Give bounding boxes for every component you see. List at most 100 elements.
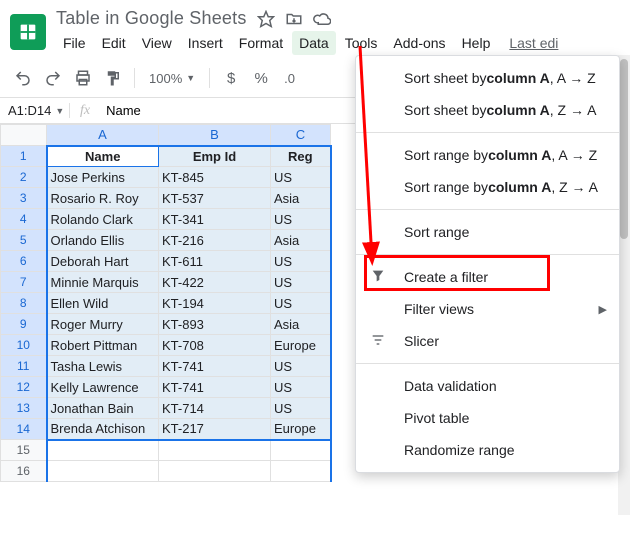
paint-format-icon[interactable] bbox=[100, 65, 126, 91]
cell-A7[interactable]: Minnie Marquis bbox=[47, 272, 159, 293]
column-header-A[interactable]: A bbox=[47, 125, 159, 146]
cell-A5[interactable]: Orlando Ellis bbox=[47, 230, 159, 251]
cell-B11[interactable]: KT-741 bbox=[159, 356, 271, 377]
menu-insert[interactable]: Insert bbox=[181, 31, 230, 55]
cell-C1[interactable]: Reg bbox=[271, 146, 331, 167]
decimal-button[interactable]: .0 bbox=[278, 71, 301, 86]
cell-B10[interactable]: KT-708 bbox=[159, 335, 271, 356]
cloud-status-icon[interactable] bbox=[313, 10, 331, 28]
menu-help[interactable]: Help bbox=[455, 31, 498, 55]
zoom-select[interactable]: 100%▼ bbox=[143, 71, 201, 86]
row-header-11[interactable]: 11 bbox=[1, 356, 47, 377]
cell-A2[interactable]: Jose Perkins bbox=[47, 167, 159, 188]
row-header-1[interactable]: 1 bbox=[1, 146, 47, 167]
cell-C16[interactable] bbox=[271, 461, 331, 482]
move-folder-icon[interactable] bbox=[285, 10, 303, 28]
star-icon[interactable] bbox=[257, 10, 275, 28]
cell-C9[interactable]: Asia bbox=[271, 314, 331, 335]
cell-B7[interactable]: KT-422 bbox=[159, 272, 271, 293]
cell-A8[interactable]: Ellen Wild bbox=[47, 293, 159, 314]
cell-A12[interactable]: Kelly Lawrence bbox=[47, 377, 159, 398]
cell-A9[interactable]: Roger Murry bbox=[47, 314, 159, 335]
row-header-15[interactable]: 15 bbox=[1, 440, 47, 461]
cell-B15[interactable] bbox=[159, 440, 271, 461]
cell-C8[interactable]: US bbox=[271, 293, 331, 314]
print-icon[interactable] bbox=[70, 65, 96, 91]
menu-edit[interactable]: Edit bbox=[95, 31, 133, 55]
cell-C15[interactable] bbox=[271, 440, 331, 461]
cell-C10[interactable]: Europe bbox=[271, 335, 331, 356]
cell-C14[interactable]: Europe bbox=[271, 419, 331, 440]
row-header-5[interactable]: 5 bbox=[1, 230, 47, 251]
currency-button[interactable]: $ bbox=[218, 65, 244, 91]
cell-A15[interactable] bbox=[47, 440, 159, 461]
menu-sort-range-za[interactable]: Sort range by column A, Z → A bbox=[356, 171, 619, 203]
cell-C11[interactable]: US bbox=[271, 356, 331, 377]
cell-B14[interactable]: KT-217 bbox=[159, 419, 271, 440]
cell-B16[interactable] bbox=[159, 461, 271, 482]
menu-pivot-table[interactable]: Pivot table bbox=[356, 402, 619, 434]
cell-A11[interactable]: Tasha Lewis bbox=[47, 356, 159, 377]
row-header-3[interactable]: 3 bbox=[1, 188, 47, 209]
cell-C7[interactable]: US bbox=[271, 272, 331, 293]
cell-A13[interactable]: Jonathan Bain bbox=[47, 398, 159, 419]
row-header-12[interactable]: 12 bbox=[1, 377, 47, 398]
cell-C12[interactable]: US bbox=[271, 377, 331, 398]
menu-sort-sheet-za[interactable]: Sort sheet by column A, Z → A bbox=[356, 94, 619, 126]
row-header-14[interactable]: 14 bbox=[1, 419, 47, 440]
document-title[interactable]: Table in Google Sheets bbox=[56, 8, 247, 29]
menu-file[interactable]: File bbox=[56, 31, 93, 55]
cell-A1[interactable]: Name bbox=[47, 146, 159, 167]
menu-randomize-range[interactable]: Randomize range bbox=[356, 434, 619, 466]
row-header-8[interactable]: 8 bbox=[1, 293, 47, 314]
column-header-C[interactable]: C bbox=[271, 125, 331, 146]
row-header-2[interactable]: 2 bbox=[1, 167, 47, 188]
cell-C5[interactable]: Asia bbox=[271, 230, 331, 251]
cell-B5[interactable]: KT-216 bbox=[159, 230, 271, 251]
row-header-16[interactable]: 16 bbox=[1, 461, 47, 482]
sheets-logo-icon[interactable] bbox=[10, 14, 46, 50]
cell-C6[interactable]: US bbox=[271, 251, 331, 272]
menu-view[interactable]: View bbox=[135, 31, 179, 55]
row-header-9[interactable]: 9 bbox=[1, 314, 47, 335]
cell-B8[interactable]: KT-194 bbox=[159, 293, 271, 314]
last-edit-link[interactable]: Last edi bbox=[499, 31, 558, 55]
row-header-7[interactable]: 7 bbox=[1, 272, 47, 293]
menu-format[interactable]: Format bbox=[232, 31, 290, 55]
menu-slicer[interactable]: Slicer bbox=[356, 325, 619, 357]
cell-B12[interactable]: KT-741 bbox=[159, 377, 271, 398]
cell-B2[interactable]: KT-845 bbox=[159, 167, 271, 188]
menu-sort-range[interactable]: Sort range bbox=[356, 216, 619, 248]
cell-B13[interactable]: KT-714 bbox=[159, 398, 271, 419]
menu-data[interactable]: Data bbox=[292, 31, 336, 55]
cell-A16[interactable] bbox=[47, 461, 159, 482]
select-all-corner[interactable] bbox=[1, 125, 47, 146]
row-header-13[interactable]: 13 bbox=[1, 398, 47, 419]
cell-A6[interactable]: Deborah Hart bbox=[47, 251, 159, 272]
percent-button[interactable]: % bbox=[248, 65, 274, 91]
cell-B9[interactable]: KT-893 bbox=[159, 314, 271, 335]
cell-C2[interactable]: US bbox=[271, 167, 331, 188]
menu-sort-sheet-az[interactable]: Sort sheet by column A, A → Z bbox=[356, 62, 619, 94]
menu-filter-views[interactable]: Filter views▶ bbox=[356, 293, 619, 325]
cell-C13[interactable]: US bbox=[271, 398, 331, 419]
cell-A10[interactable]: Robert Pittman bbox=[47, 335, 159, 356]
row-header-10[interactable]: 10 bbox=[1, 335, 47, 356]
cell-B3[interactable]: KT-537 bbox=[159, 188, 271, 209]
cell-A4[interactable]: Rolando Clark bbox=[47, 209, 159, 230]
cell-C3[interactable]: Asia bbox=[271, 188, 331, 209]
row-header-4[interactable]: 4 bbox=[1, 209, 47, 230]
row-header-6[interactable]: 6 bbox=[1, 251, 47, 272]
cell-B4[interactable]: KT-341 bbox=[159, 209, 271, 230]
menu-tools[interactable]: Tools bbox=[338, 31, 385, 55]
redo-icon[interactable] bbox=[40, 65, 66, 91]
menu-sort-range-az[interactable]: Sort range by column A, A → Z bbox=[356, 139, 619, 171]
menu-data-validation[interactable]: Data validation bbox=[356, 370, 619, 402]
cell-A3[interactable]: Rosario R. Roy bbox=[47, 188, 159, 209]
menu-create-filter[interactable]: Create a filter bbox=[356, 261, 619, 293]
cell-A14[interactable]: Brenda Atchison bbox=[47, 419, 159, 440]
cell-reference[interactable]: A1:D14▼ bbox=[0, 103, 70, 118]
cell-B1[interactable]: Emp Id bbox=[159, 146, 271, 167]
column-header-B[interactable]: B bbox=[159, 125, 271, 146]
undo-icon[interactable] bbox=[10, 65, 36, 91]
